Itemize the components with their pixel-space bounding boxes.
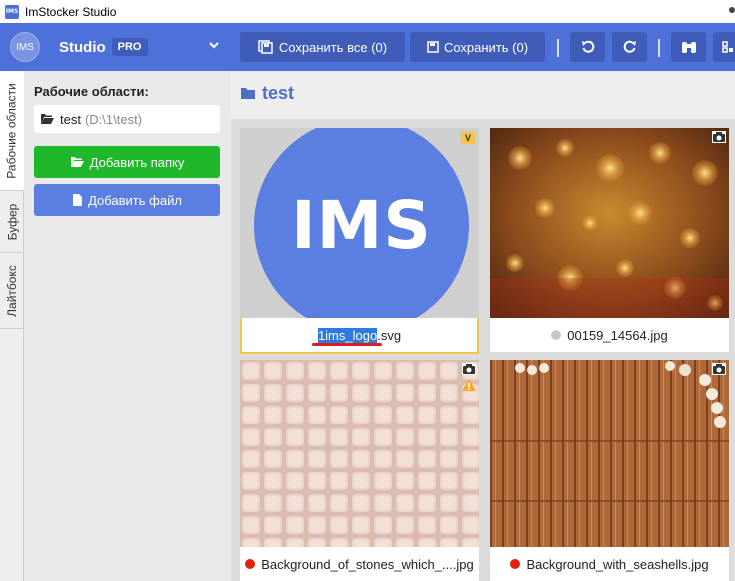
file-name-text: Background_with_seashells.jpg [526,556,709,572]
file-card[interactable]: IMS V 1ims_logo.svg [240,128,479,354]
tab-workspaces-label: Рабочие области [5,82,20,179]
bokeh-image [490,128,729,318]
camera-icon [712,363,726,375]
chevron-down-icon[interactable] [208,39,220,51]
window-menu-icon[interactable] [729,7,735,13]
save-icon [427,41,439,53]
file-card[interactable]: Background_of_stones_which_....jpg [240,360,479,581]
pro-badge: PRO [111,38,148,56]
save-all-label: Сохранить все (0) [278,39,388,55]
folder-open-icon [70,157,84,167]
add-folder-button[interactable]: Добавить папку [34,146,220,178]
thumbnail: IMS [240,128,479,318]
redo-button[interactable] [612,32,647,62]
folder-name: test [262,83,295,103]
find-button[interactable] [671,32,706,62]
status-dot [551,330,562,340]
ims-logo-image: IMS [254,128,469,318]
workspace-item[interactable]: test (D:\1\test) [34,105,220,133]
status-dot [245,559,256,569]
folder-icon [241,88,255,99]
vertical-tabs: Рабочие области Буфер Лайтбокс [0,71,24,581]
stones-image [240,360,479,547]
logo-text: IMS [291,187,432,264]
workspaces-title: Рабочие области: [34,84,149,99]
seashells-image [490,360,729,547]
file-grid: IMS V 1ims_logo.svg 00159_14564.jpg Back… [231,119,735,581]
save-all-button[interactable]: Сохранить все (0) [240,32,405,62]
file-name[interactable]: Background_with_seashells.jpg [490,547,729,581]
toolbar: Сохранить все (0) Сохранить (0) [231,23,735,71]
camera-icon [712,131,726,143]
undo-icon [581,40,594,53]
file-name[interactable]: 1ims_logo.svg [240,318,479,352]
file-name[interactable]: 00159_14564.jpg [490,318,729,352]
undo-button[interactable] [570,32,605,62]
thumbnail [490,360,729,547]
qr-icon [722,41,733,53]
redo-icon [623,40,636,53]
save-all-icon [258,40,273,54]
brand-header[interactable]: IMS Studio PRO [0,23,231,71]
save-label: Сохранить (0) [443,39,529,55]
title-bar: IMS ImStocker Studio [0,0,735,23]
tab-buffer[interactable]: Буфер [0,191,24,253]
file-name-ext: .svg [377,327,402,343]
file-card[interactable]: Background_with_seashells.jpg [490,360,729,581]
qr-button[interactable] [713,32,735,62]
warning-icon [462,379,476,391]
thumbnail [490,128,729,318]
ims-logo: IMS [10,32,40,62]
file-card[interactable]: 00159_14564.jpg [490,128,729,352]
window-title: ImStocker Studio [25,4,117,19]
spellcheck-underline [312,343,382,346]
workspace-path: (D:\1\test) [84,111,143,127]
save-button[interactable]: Сохранить (0) [410,32,545,62]
file-name-text: 00159_14564.jpg [567,327,668,343]
workspace-name: test [60,111,81,127]
vector-badge: V [461,132,475,144]
add-file-label: Добавить файл [88,192,182,208]
tab-lightbox[interactable]: Лайтбокс [0,253,24,329]
file-name-text: Background_of_stones_which_....jpg [261,556,474,572]
tab-lightbox-label: Лайтбокс [5,264,19,317]
folder-open-icon [41,114,54,124]
file-icon [73,194,83,206]
toolbar-divider [557,39,559,57]
file-name[interactable]: Background_of_stones_which_....jpg [240,547,479,581]
add-file-button[interactable]: Добавить файл [34,184,220,216]
file-name-selected-text: 1ims_logo [317,327,378,343]
add-folder-label: Добавить папку [89,154,185,170]
binoculars-icon [681,42,696,53]
sidebar: Рабочие области: test (D:\1\test) Добави… [24,71,231,581]
tab-workspaces[interactable]: Рабочие области [0,71,24,191]
main-panel: test IMS V 1ims_logo.svg 00159_14564.jpg… [231,71,735,581]
status-dot [510,559,521,569]
tab-buffer-label: Буфер [5,203,20,240]
brand-name: Studio [59,38,106,56]
thumbnail [240,360,479,547]
toolbar-divider [658,39,660,57]
app-icon: IMS [5,4,19,19]
camera-icon [462,363,476,375]
folder-title: test [240,83,294,104]
